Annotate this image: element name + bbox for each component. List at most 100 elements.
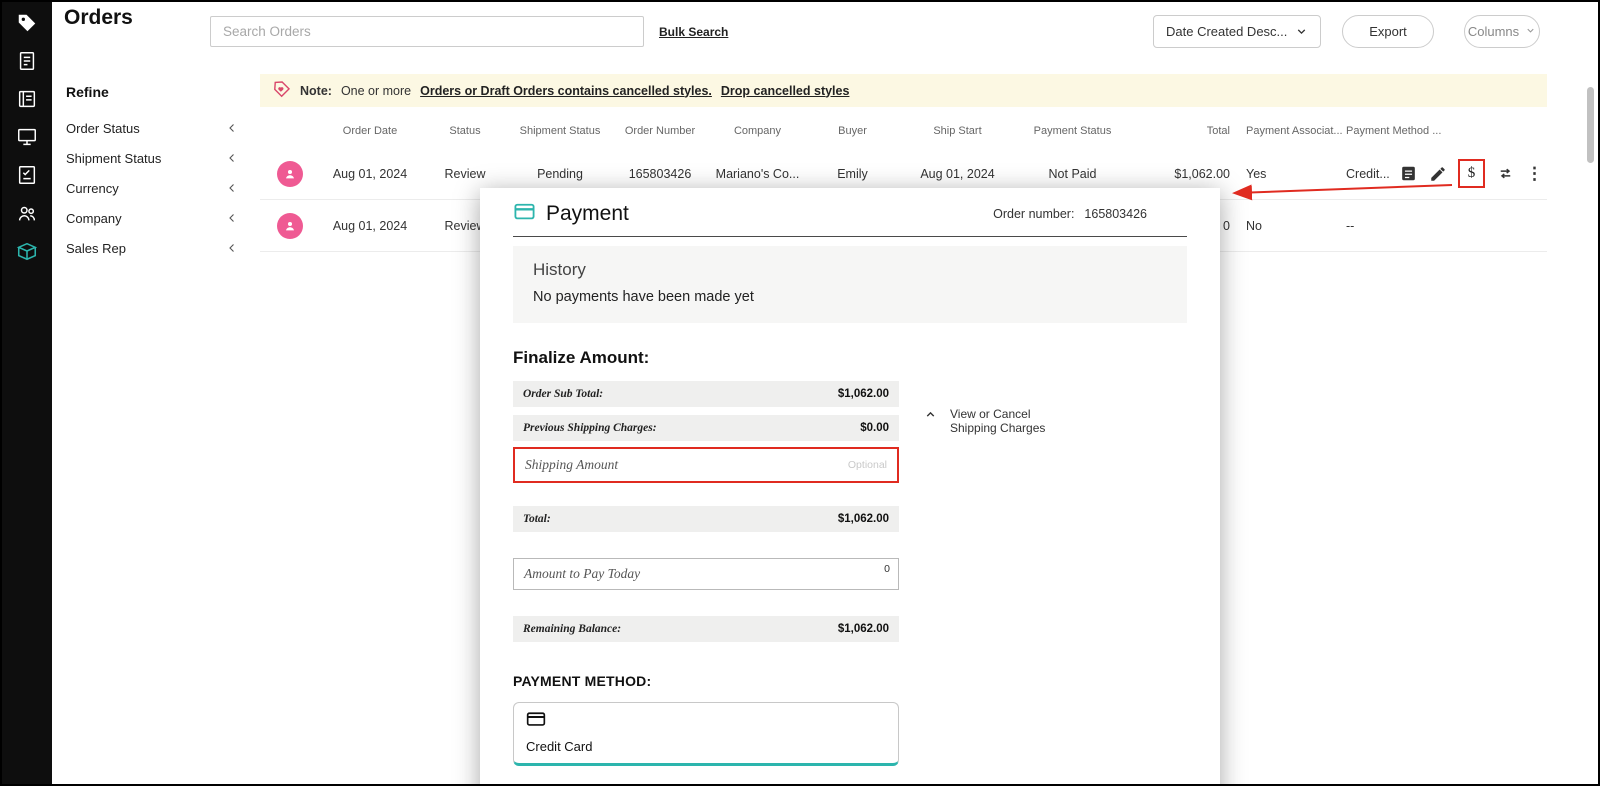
chevron-up-icon <box>924 408 937 426</box>
col-payment-status[interactable]: Payment Status <box>1015 125 1130 137</box>
total-row: Total: $1,062.00 <box>513 506 899 532</box>
refine-panel: Order Status Shipment Status Currency Co… <box>66 113 238 263</box>
amount-to-pay-placeholder: Amount to Pay Today <box>524 566 641 581</box>
more-options-icon[interactable]: ⋮ <box>1526 165 1543 182</box>
cell-payment-associated: Yes <box>1246 166 1267 181</box>
total-label: Total: <box>523 513 551 525</box>
order-summary-icon[interactable] <box>1399 164 1418 183</box>
cell-shipment-status: Pending <box>537 166 583 181</box>
cell-payment-method: -- <box>1346 218 1355 233</box>
cell-payment-status: Not Paid <box>1048 166 1097 181</box>
buyer-avatar <box>277 212 303 239</box>
credit-card-option[interactable]: Credit Card <box>513 702 899 766</box>
col-ship-start[interactable]: Ship Start <box>900 125 1015 137</box>
bulk-search-link[interactable]: Bulk Search <box>659 25 728 39</box>
modal-title: Payment <box>546 202 629 225</box>
cell-company: Mariano's Co... <box>715 166 800 181</box>
col-order-number[interactable]: Order Number <box>610 125 710 137</box>
chevron-left-icon <box>226 122 238 134</box>
cell-order-date: Aug 01, 2024 <box>332 166 408 181</box>
cell-payment-associated: No <box>1246 218 1262 233</box>
payment-dollar-button[interactable]: $ <box>1458 159 1485 188</box>
view-cancel-shipping-toggle[interactable]: View or Cancel Shipping Charges <box>924 407 1046 436</box>
app-sidebar <box>2 2 52 784</box>
chevron-left-icon <box>226 182 238 194</box>
export-button[interactable]: Export <box>1342 15 1434 48</box>
remaining-balance-label: Remaining Balance: <box>523 623 622 635</box>
note-text: One or more <box>340 83 412 98</box>
cell-payment-method: Credit... <box>1346 166 1390 181</box>
invoice-icon[interactable] <box>13 47 41 75</box>
order-number-value: 165803426 <box>1084 207 1147 221</box>
col-total[interactable]: Total <box>1130 125 1230 137</box>
refine-section-sales-rep[interactable]: Sales Rep <box>66 233 238 263</box>
columns-button[interactable]: Columns <box>1464 15 1540 48</box>
sort-dropdown[interactable]: Date Created Desc... <box>1153 15 1321 48</box>
vertical-scrollbar-thumb[interactable] <box>1587 87 1594 163</box>
cell-ship-start: Aug 01, 2024 <box>920 166 995 181</box>
total-value: $1,062.00 <box>837 513 889 525</box>
amount-to-pay-value: 0 <box>884 563 890 575</box>
col-company[interactable]: Company <box>710 125 805 137</box>
row-actions: $ ⋮ <box>1397 159 1547 188</box>
catalog-icon[interactable] <box>13 85 41 113</box>
shipping-amount-placeholder: Shipping Amount <box>525 457 619 472</box>
checklist-icon[interactable] <box>13 161 41 189</box>
col-shipment-status[interactable]: Shipment Status <box>510 125 610 137</box>
app-window: Orders Bulk Search Date Created Desc... … <box>0 0 1600 786</box>
cell-order-date: Aug 01, 2024 <box>332 218 408 233</box>
payment-history-section: History No payments have been made yet <box>513 246 1187 323</box>
refine-section-currency[interactable]: Currency <box>66 173 238 203</box>
tag-icon[interactable] <box>13 9 41 37</box>
cancelled-styles-link[interactable]: Orders or Draft Orders contains cancelle… <box>420 84 712 98</box>
refine-section-label: Shipment Status <box>66 150 162 166</box>
sync-icon[interactable] <box>1496 164 1515 183</box>
credit-card-icon <box>513 202 536 227</box>
finalize-amount-heading: Finalize Amount: <box>513 348 650 367</box>
finalize-amounts: Order Sub Total: $1,062.00 Previous Ship… <box>513 381 899 642</box>
previous-shipping-value: $0.00 <box>860 422 889 434</box>
credit-card-option-label: Credit Card <box>526 739 593 754</box>
cell-order-number: 165803426 <box>628 166 692 181</box>
refine-section-shipment-status[interactable]: Shipment Status <box>66 143 238 173</box>
chevron-left-icon <box>226 242 238 254</box>
edit-pencil-icon[interactable] <box>1429 165 1447 183</box>
order-sub-total-value: $1,062.00 <box>837 388 889 400</box>
refine-section-label: Company <box>66 210 122 226</box>
history-empty-text: No payments have been made yet <box>533 289 754 305</box>
buyer-avatar <box>277 160 303 187</box>
note-prefix: Note: <box>300 83 332 98</box>
contacts-icon[interactable] <box>13 199 41 227</box>
columns-button-label: Columns <box>1467 24 1520 39</box>
col-status[interactable]: Status <box>420 125 510 137</box>
search-input[interactable] <box>210 16 644 47</box>
refine-section-label: Currency <box>66 180 119 196</box>
previous-shipping-row: Previous Shipping Charges: $0.00 <box>513 415 899 441</box>
chevron-left-icon <box>226 152 238 164</box>
refine-section-label: Sales Rep <box>66 240 126 256</box>
col-order-date[interactable]: Order Date <box>320 125 420 137</box>
refine-section-order-status[interactable]: Order Status <box>66 113 238 143</box>
remaining-balance-value: $1,062.00 <box>837 623 889 635</box>
amount-to-pay-input[interactable]: Amount to Pay Today 0 <box>513 558 899 590</box>
tag-heart-icon <box>272 80 291 102</box>
order-sub-total-row: Order Sub Total: $1,062.00 <box>513 381 899 407</box>
chevron-down-icon <box>1295 25 1308 38</box>
cell-total: $1,062.00 <box>1174 166 1230 181</box>
credit-card-icon <box>526 712 546 732</box>
refine-section-company[interactable]: Company <box>66 203 238 233</box>
payment-modal: Payment Order number: 165803426 History N… <box>480 188 1220 784</box>
view-cancel-shipping-label: View or Cancel Shipping Charges <box>950 407 1046 435</box>
optional-label: Optional <box>847 459 887 471</box>
order-number-label: Order number: <box>993 207 1075 221</box>
drop-cancelled-styles-link[interactable]: Drop cancelled styles <box>721 84 850 98</box>
col-payment-method[interactable]: Payment Method ... <box>1330 125 1457 137</box>
payment-modal-header: Payment Order number: 165803426 <box>513 188 1187 237</box>
col-payment-associated[interactable]: Payment Associat... <box>1230 125 1343 137</box>
presentation-icon[interactable] <box>13 123 41 151</box>
products-icon[interactable] <box>13 237 41 265</box>
col-buyer[interactable]: Buyer <box>805 125 900 137</box>
shipping-amount-input[interactable]: Shipping Amount Optional <box>513 447 899 483</box>
refine-section-label: Order Status <box>66 120 140 136</box>
chevron-down-icon <box>1525 24 1536 39</box>
